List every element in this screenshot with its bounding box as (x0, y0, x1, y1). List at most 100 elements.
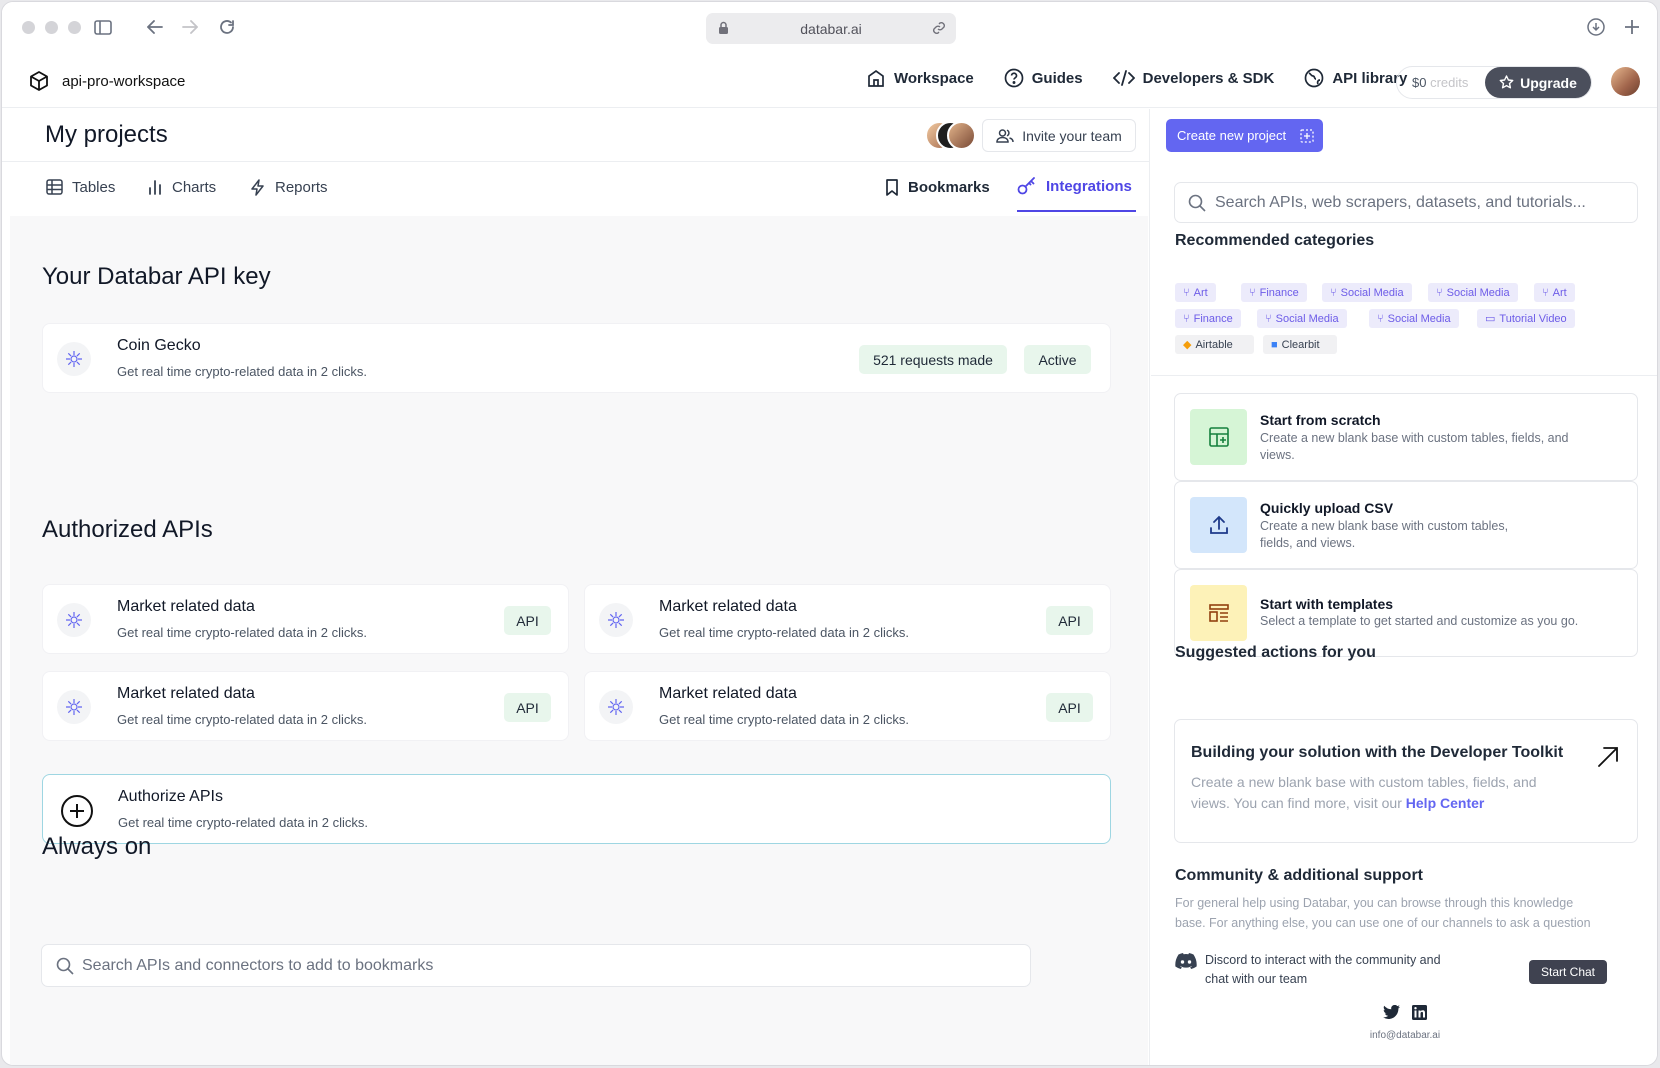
library-search-input[interactable]: Search APIs, web scrapers, datasets, and… (1174, 182, 1638, 223)
branch-icon: ⑂ (1330, 286, 1337, 299)
card-title: Market related data (659, 598, 797, 615)
tab-integrations-label: Integrations (1046, 177, 1132, 195)
invite-team-button[interactable]: Invite your team (982, 119, 1136, 152)
side-panel: Create new project Search APIs, web scra… (1151, 109, 1657, 1065)
arrow-up-right-icon (1598, 747, 1618, 767)
option-title: Start from scratch (1260, 412, 1381, 428)
tab-bookmarks[interactable]: Bookmarks (885, 162, 990, 212)
library-search-placeholder: Search APIs, web scrapers, datasets, and… (1215, 193, 1586, 211)
main-nav: Workspace Guides Developers & SDK API li… (866, 68, 1437, 88)
bookmark-search-placeholder: Search APIs and connectors to add to boo… (82, 956, 434, 974)
download-icon[interactable] (1585, 16, 1607, 38)
team-avatars[interactable] (925, 121, 976, 150)
clearbit-icon: ■ (1271, 338, 1278, 351)
app-navbar: api-pro-workspace Workspace Guides Devel… (2, 56, 1657, 108)
api-key-card[interactable]: Coin Gecko Get real time crypto-related … (42, 323, 1111, 393)
category-chip[interactable]: ⑂ Finance (1241, 283, 1307, 302)
bookmark-icon (886, 178, 898, 196)
category-chip[interactable]: ⑂ Finance (1175, 309, 1241, 328)
help-center-link[interactable]: Help Center (1406, 795, 1485, 811)
tab-bookmarks-label: Bookmarks (908, 178, 990, 196)
api-badge: API (1046, 606, 1093, 635)
branch-icon: ⑂ (1265, 312, 1272, 325)
upgrade-label: Upgrade (1520, 74, 1577, 91)
link-icon[interactable] (932, 21, 946, 35)
coingecko-logo-icon (57, 342, 91, 376)
api-logo-icon (57, 690, 91, 724)
main-panel: My projects Invite your team Tables Char… (2, 109, 1150, 1065)
authorized-api-card[interactable]: Market related data Get real time crypto… (584, 584, 1111, 654)
tab-reports[interactable]: Reports (250, 162, 328, 212)
workspace-brand[interactable]: api-pro-workspace (28, 70, 185, 92)
start-chat-button[interactable]: Start Chat (1529, 960, 1607, 984)
create-project-button[interactable]: Create new project (1166, 119, 1323, 152)
category-chip[interactable]: ⑂ Social Media (1369, 309, 1459, 328)
bookmark-search-input[interactable]: Search APIs and connectors to add to boo… (41, 944, 1031, 987)
support-email[interactable]: info@databar.ai (1151, 1030, 1657, 1041)
nav-developers[interactable]: Developers & SDK (1112, 69, 1275, 87)
nav-guides[interactable]: Guides (1004, 68, 1083, 88)
authorize-apis-card[interactable]: Authorize APIs Get real time crypto-rela… (42, 774, 1111, 844)
api-badge: API (504, 606, 551, 635)
category-chip[interactable]: ⑂ Social Media (1257, 309, 1347, 328)
plus-circle-icon (61, 795, 93, 827)
browser-window: databar.ai api-pro-workspace Workspace G… (1, 1, 1658, 1066)
authorized-api-card[interactable]: Market related data Get real time crypto… (42, 671, 569, 741)
projects-header: My projects Invite your team (2, 109, 1149, 162)
reload-icon[interactable] (216, 16, 238, 38)
category-chip[interactable]: ⑂ Art (1534, 283, 1575, 302)
upgrade-button[interactable]: Upgrade (1485, 67, 1591, 98)
api-badge: API (504, 693, 551, 722)
category-chip[interactable]: ◆ Airtable (1175, 335, 1254, 354)
option-description: Create a new blank base with custom tabl… (1260, 431, 1569, 462)
authorized-api-card[interactable]: Market related data Get real time crypto… (584, 671, 1111, 741)
start-from-scratch-option[interactable]: Start from scratch Create a new blank ba… (1174, 393, 1638, 481)
home-icon (868, 69, 884, 87)
credits-widget: $0 credits Upgrade (1396, 66, 1592, 99)
search-icon (1188, 194, 1206, 212)
address-bar[interactable]: databar.ai (706, 13, 956, 44)
back-arrow-icon[interactable] (144, 16, 166, 38)
url-text: databar.ai (800, 20, 862, 37)
tab-tables[interactable]: Tables (46, 162, 115, 212)
template-icon (1190, 585, 1247, 641)
upload-csv-option[interactable]: Quickly upload CSV Create a new blank ba… (1174, 481, 1638, 569)
branch-icon: ⑂ (1542, 286, 1549, 299)
branch-icon: ⑂ (1377, 312, 1384, 325)
branch-icon: ⑂ (1436, 286, 1443, 299)
category-chip[interactable]: ■ Clearbit (1263, 335, 1337, 354)
category-chip[interactable]: ⑂ Social Media (1428, 283, 1518, 302)
sidebar-toggle-icon[interactable] (92, 16, 114, 38)
linkedin-icon[interactable] (1412, 1005, 1427, 1020)
invite-team-label: Invite your team (1022, 127, 1122, 144)
tab-integrations[interactable]: Integrations (1017, 162, 1136, 212)
status-badge: Active (1024, 345, 1091, 374)
new-tab-icon[interactable] (1621, 16, 1643, 38)
user-avatar[interactable] (1611, 67, 1640, 96)
tab-charts[interactable]: Charts (148, 162, 216, 212)
tab-charts-label: Charts (172, 178, 217, 196)
credits-balance: $0 credits (1412, 75, 1469, 90)
api-badge: API (1046, 693, 1093, 722)
authorized-api-card[interactable]: Market related data Get real time crypto… (42, 584, 569, 654)
page-title: My projects (45, 121, 168, 148)
nav-api-library[interactable]: API library (1304, 68, 1407, 88)
category-chip[interactable]: ▭ Tutorial Video (1477, 309, 1575, 328)
nav-workspace[interactable]: Workspace (866, 68, 974, 88)
discord-text: Discord to interact with the community a… (1205, 953, 1441, 986)
window-controls[interactable] (22, 21, 81, 34)
category-chip[interactable]: ⑂ Art (1175, 283, 1216, 302)
bar-chart-icon (149, 180, 161, 195)
branch-icon: ⑂ (1249, 286, 1256, 299)
developer-toolkit-card[interactable]: Building your solution with the Develope… (1174, 719, 1638, 843)
star-icon (1499, 75, 1514, 89)
dev-card-title: Building your solution with the Develope… (1191, 744, 1564, 761)
forward-arrow-icon[interactable] (179, 16, 201, 38)
category-chip[interactable]: ⑂ Social Media (1322, 283, 1412, 302)
discord-icon (1175, 953, 1197, 969)
twitter-icon[interactable] (1383, 1005, 1400, 1019)
nav-guides-label: Guides (1031, 69, 1083, 87)
nav-developers-label: Developers & SDK (1142, 69, 1275, 87)
integrations-content: Your Databar API key Coin Gecko Get real… (10, 216, 1148, 1065)
workspace-name: api-pro-workspace (62, 72, 186, 90)
